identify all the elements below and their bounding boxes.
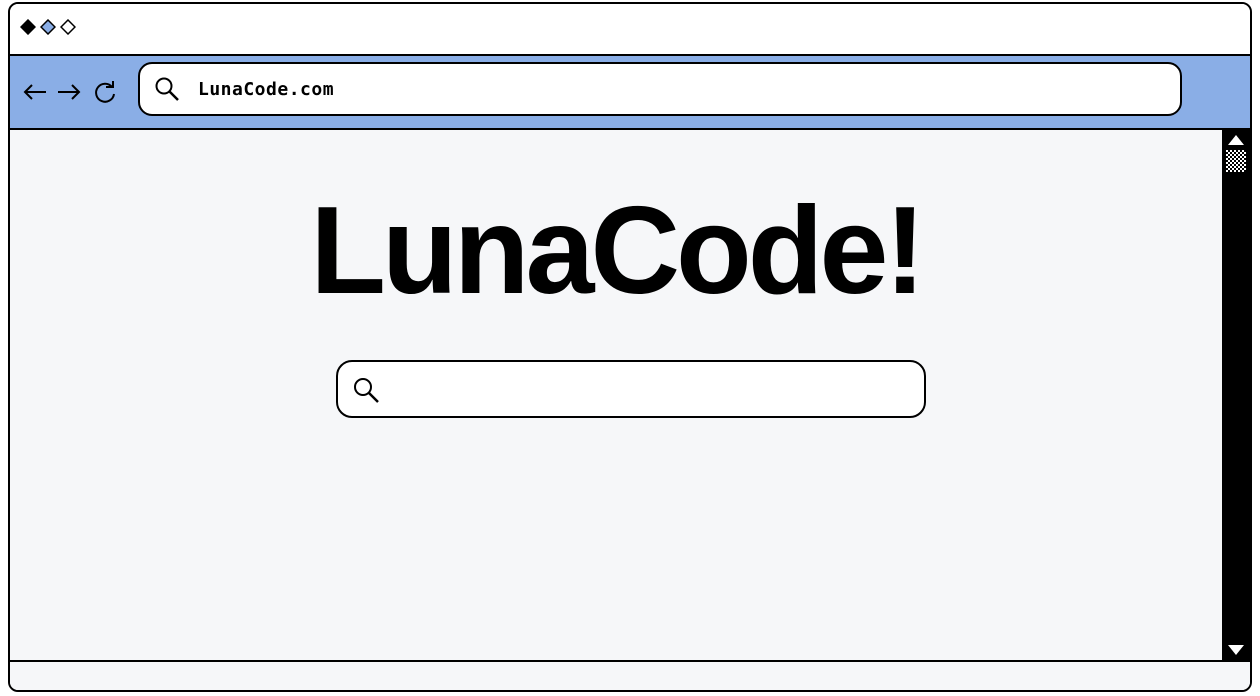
address-text: LunaCode.com bbox=[198, 79, 335, 100]
maximize-dot[interactable] bbox=[60, 19, 76, 35]
close-dot[interactable] bbox=[20, 19, 36, 35]
browser-window: LunaCode.com LunaCode! bbox=[8, 2, 1252, 692]
status-bar bbox=[10, 660, 1250, 690]
search-icon bbox=[354, 378, 379, 403]
page-logo: LunaCode! bbox=[310, 182, 926, 320]
title-bar bbox=[10, 4, 1250, 56]
minimize-dot[interactable] bbox=[40, 19, 56, 35]
search-icon bbox=[155, 77, 179, 101]
window-controls bbox=[20, 19, 76, 35]
forward-arrow-icon[interactable] bbox=[54, 77, 84, 107]
scroll-thumb[interactable] bbox=[1226, 150, 1246, 172]
address-bar[interactable]: LunaCode.com bbox=[138, 62, 1182, 116]
search-box[interactable] bbox=[336, 360, 926, 418]
page-content: LunaCode! bbox=[10, 130, 1222, 660]
vertical-scrollbar[interactable] bbox=[1222, 130, 1250, 660]
scroll-down-icon[interactable] bbox=[1226, 644, 1246, 656]
back-arrow-icon[interactable] bbox=[20, 77, 50, 107]
toolbar: LunaCode.com bbox=[10, 56, 1250, 130]
scroll-up-icon[interactable] bbox=[1226, 134, 1246, 146]
search-input[interactable] bbox=[394, 370, 908, 410]
reload-icon[interactable] bbox=[90, 77, 120, 107]
